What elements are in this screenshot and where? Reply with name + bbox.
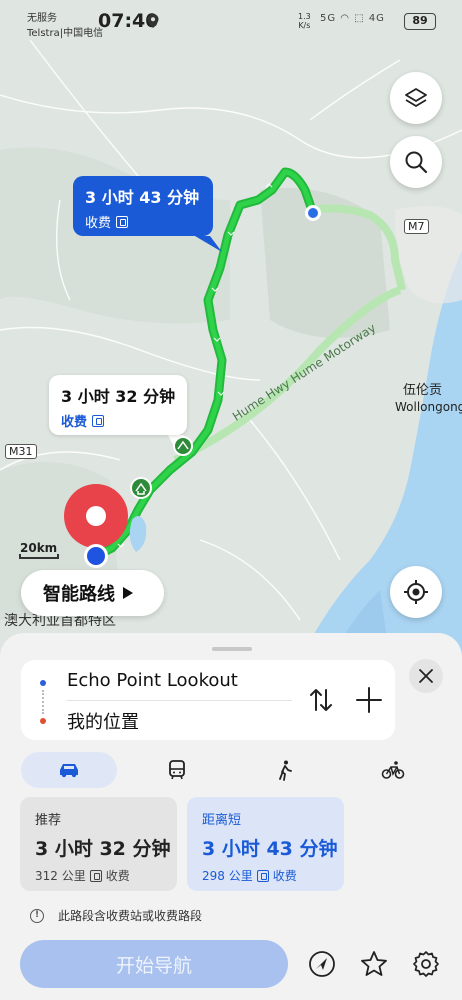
toll-notice: ! 此路段含收费站或收费路段 bbox=[30, 907, 202, 924]
toll-icon bbox=[116, 215, 129, 228]
city-label-cn: 伍伦贡 bbox=[403, 383, 443, 398]
destination-pin-icon bbox=[64, 484, 128, 548]
route-connector bbox=[42, 690, 44, 714]
signal-icons: 5G ◠ ⬚ 4G bbox=[320, 13, 385, 24]
route-callout-short[interactable]: 3 小时 43 分钟 收费 bbox=[73, 176, 213, 236]
locate-me-button[interactable] bbox=[390, 566, 442, 618]
bike-icon bbox=[381, 761, 405, 779]
toll-icon bbox=[92, 414, 105, 427]
close-icon bbox=[419, 669, 433, 683]
favorite-button[interactable] bbox=[358, 948, 390, 980]
search-button[interactable] bbox=[390, 136, 442, 188]
option-tag: 推荐 bbox=[35, 813, 62, 828]
battery-icon: 89 bbox=[404, 13, 436, 30]
tab-transit[interactable] bbox=[129, 752, 225, 788]
smart-route-button[interactable]: 智能路线 bbox=[21, 570, 164, 616]
road-shield-m31: M31 bbox=[5, 444, 37, 459]
start-navigation-button[interactable]: 开始导航 bbox=[20, 940, 288, 988]
destination-dot-icon bbox=[40, 718, 46, 724]
route-endpoints-card: Echo Point Lookout 我的位置 bbox=[21, 660, 395, 740]
sheet-drag-handle[interactable] bbox=[212, 647, 252, 651]
toll-marker-icon bbox=[130, 477, 152, 499]
callout-toll-label: 收费 bbox=[85, 216, 112, 231]
road-shield-m7: M7 bbox=[404, 219, 429, 234]
location-icon bbox=[147, 14, 159, 28]
layers-button[interactable] bbox=[390, 72, 442, 124]
gear-icon bbox=[413, 951, 439, 977]
callout-duration: 3 小时 43 分钟 bbox=[85, 188, 200, 207]
walk-icon bbox=[279, 760, 292, 781]
toll-notice-text: 此路段含收费站或收费路段 bbox=[58, 909, 203, 923]
bus-icon bbox=[169, 760, 185, 780]
screen: M7 M31 Hume Hwy Hume Motorway 伍伦贡 Wollon… bbox=[0, 0, 462, 1000]
info-icon: ! bbox=[30, 908, 44, 923]
option-toll: 收费 bbox=[272, 869, 297, 883]
option-toll: 收费 bbox=[105, 869, 130, 883]
option-distance: 298 公里 bbox=[202, 869, 253, 883]
route-option-recommended[interactable]: 推荐 3 小时 32 分钟 312 公里 收费 bbox=[20, 797, 177, 891]
add-waypoint-icon[interactable] bbox=[353, 684, 385, 716]
settings-button[interactable] bbox=[410, 948, 442, 980]
callout-toll-label: 收费 bbox=[61, 415, 88, 430]
route-callout-recommended[interactable]: 3 小时 32 分钟 收费 bbox=[49, 375, 187, 435]
travel-mode-tabs bbox=[21, 752, 441, 788]
swap-icon[interactable] bbox=[305, 684, 337, 716]
destination-field[interactable]: 我的位置 bbox=[67, 708, 139, 734]
route-option-shortest[interactable]: 距离短 3 小时 43 分钟 298 公里 收费 bbox=[187, 797, 344, 891]
toll-icon bbox=[256, 869, 269, 882]
tab-walk[interactable] bbox=[237, 752, 333, 788]
car-icon bbox=[60, 764, 78, 778]
toll-marker-icon bbox=[173, 436, 193, 456]
origin-dot-icon bbox=[40, 680, 46, 686]
compass-navigation-icon bbox=[309, 951, 335, 977]
origin-field[interactable]: Echo Point Lookout bbox=[67, 670, 238, 691]
carrier-line1: 无服务 bbox=[27, 13, 57, 24]
divider bbox=[67, 700, 292, 701]
close-button[interactable] bbox=[409, 659, 443, 693]
toll-icon bbox=[89, 869, 102, 882]
search-icon bbox=[405, 151, 428, 174]
star-icon bbox=[361, 951, 387, 976]
play-arrow-icon bbox=[123, 587, 133, 599]
net-speed-unit: K/s bbox=[298, 21, 311, 30]
tab-car[interactable] bbox=[21, 752, 117, 788]
net-speed-value: 1.3 bbox=[298, 12, 311, 21]
option-duration: 3 小时 43 分钟 bbox=[202, 838, 338, 860]
scale-label: 20km bbox=[20, 541, 58, 555]
route-sheet: Echo Point Lookout 我的位置 推荐 3 小时 32 分钟 31… bbox=[0, 633, 462, 1000]
carrier-line2: Telstra|中国电信 bbox=[27, 28, 104, 39]
status-bar: 无服务 Telstra|中国电信 07:40 1.3 K/s 5G ◠ ⬚ 4G … bbox=[0, 0, 462, 40]
layers-icon bbox=[405, 88, 427, 107]
callout-duration: 3 小时 32 分钟 bbox=[61, 387, 176, 406]
start-navigation-label: 开始导航 bbox=[115, 954, 192, 977]
option-duration: 3 小时 32 分钟 bbox=[35, 838, 171, 860]
smart-route-label: 智能路线 bbox=[43, 584, 115, 605]
scale-bar bbox=[19, 554, 59, 559]
crosshair-icon bbox=[404, 580, 428, 604]
navigation-mode-button[interactable] bbox=[306, 948, 338, 980]
net-speed: 1.3 K/s bbox=[298, 12, 311, 30]
tab-bike[interactable] bbox=[345, 752, 441, 788]
option-tag: 距离短 bbox=[202, 813, 242, 828]
option-distance: 312 公里 bbox=[35, 869, 86, 883]
city-label-en: Wollongong bbox=[395, 400, 462, 414]
